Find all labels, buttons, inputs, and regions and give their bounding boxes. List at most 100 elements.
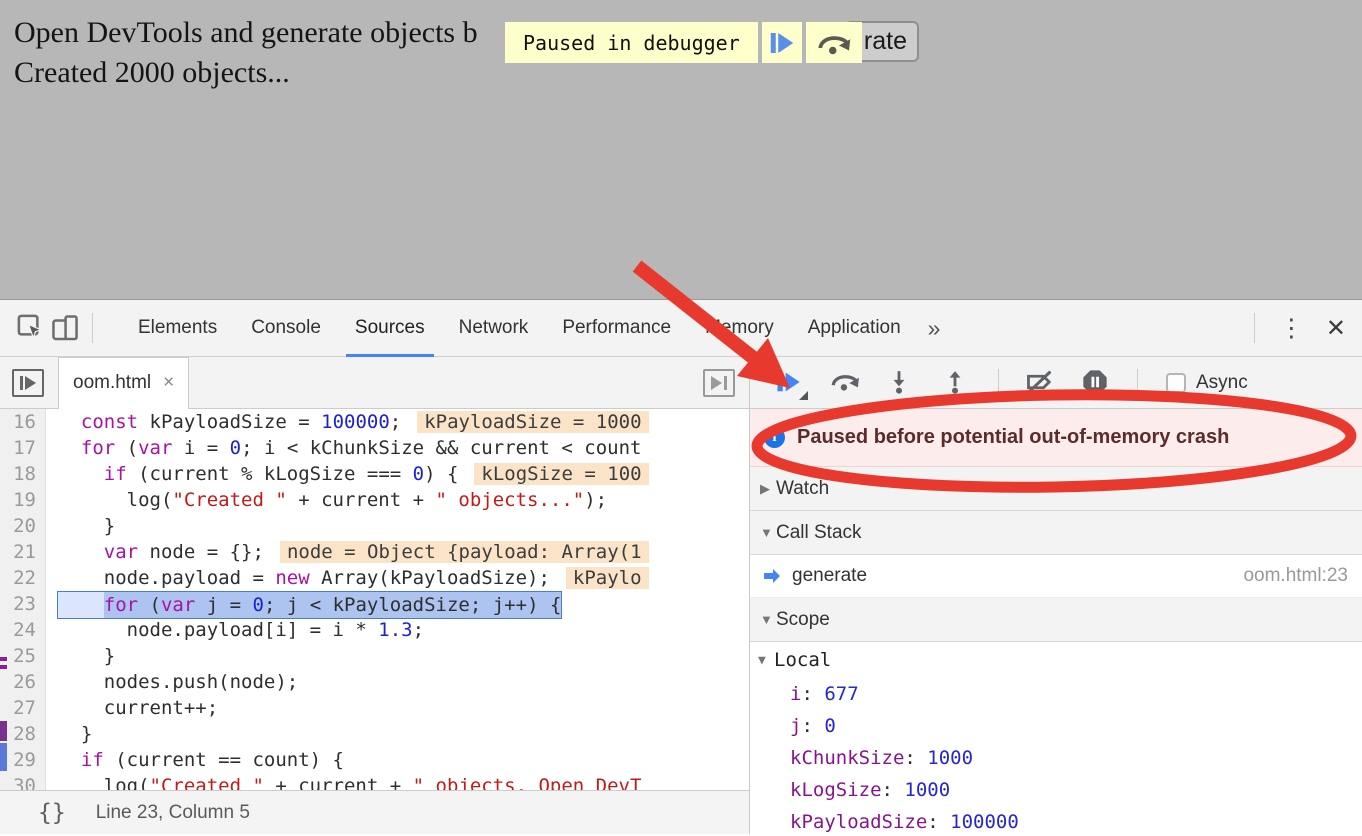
tab-elements[interactable]: Elements bbox=[121, 300, 234, 357]
step-into-icon bbox=[886, 368, 912, 396]
more-tabs-button[interactable]: » bbox=[918, 301, 951, 356]
var-separator: : bbox=[904, 747, 927, 769]
show-debugger-panel-button[interactable] bbox=[703, 369, 735, 397]
tab-console[interactable]: Console bbox=[234, 300, 338, 357]
code-line-content: current++; bbox=[46, 695, 218, 721]
pretty-print-button[interactable]: {} bbox=[38, 800, 66, 826]
device-toolbar-icon bbox=[50, 313, 80, 343]
paused-in-debugger-label: Paused in debugger bbox=[505, 22, 758, 63]
pause-on-exceptions-button[interactable] bbox=[1081, 368, 1111, 398]
code-line-content: log("Created " + current + " objects..."… bbox=[46, 487, 607, 513]
code-token: " objects. Open DevT bbox=[413, 775, 642, 790]
call-stack-section-header[interactable]: ▼ Call Stack bbox=[750, 511, 1362, 555]
scope-section-header[interactable]: ▼ Scope bbox=[750, 598, 1362, 642]
frame-location: oom.html:23 bbox=[1243, 565, 1348, 587]
file-tab-label: oom.html bbox=[73, 372, 151, 394]
var-name: kChunkSize bbox=[790, 747, 904, 769]
scope-local-toggle[interactable]: ▼ Local bbox=[750, 642, 1362, 678]
file-tab-close-icon[interactable]: × bbox=[163, 372, 174, 394]
cursor-position: Line 23, Column 5 bbox=[96, 802, 250, 824]
code-token: nodes.push(node); bbox=[58, 671, 298, 693]
resume-icon bbox=[774, 368, 802, 396]
code-line-24: 24 node.payload[i] = i * 1.3; bbox=[0, 617, 749, 643]
var-value: 100000 bbox=[950, 811, 1019, 833]
var-value: 1000 bbox=[904, 779, 950, 801]
code-line-23: 23 for (var j = 0; j < kPayloadSize; j++… bbox=[0, 591, 749, 617]
code-token: 0 bbox=[230, 437, 241, 459]
scope-variables: i: 677j: 0kChunkSize: 1000kLogSize: 1000… bbox=[750, 678, 1362, 834]
current-frame-arrow-icon bbox=[762, 566, 782, 586]
code-line-16: 16 const kPayloadSize = 100000;kPayloadS… bbox=[0, 409, 749, 435]
tab-performance[interactable]: Performance bbox=[545, 300, 688, 357]
code-token bbox=[58, 463, 104, 485]
async-checkbox[interactable] bbox=[1166, 373, 1186, 393]
inline-eval-widget: node = Object {payload: Array(1 bbox=[280, 541, 649, 563]
var-value: 1000 bbox=[927, 747, 973, 769]
scope-var-kLogSize: kLogSize: 1000 bbox=[750, 774, 1362, 806]
code-token: 1.3 bbox=[378, 619, 412, 641]
device-toolbar-button[interactable] bbox=[48, 311, 82, 345]
devtools-menu-button[interactable]: ⋮ bbox=[1265, 313, 1318, 343]
debugger-toolbar-separator2 bbox=[1137, 369, 1138, 397]
tab-sources[interactable]: Sources bbox=[338, 300, 442, 357]
step-over-icon bbox=[830, 368, 860, 396]
call-stack-frame-generate[interactable]: generateoom.html:23 bbox=[750, 555, 1362, 598]
code-token bbox=[58, 749, 81, 771]
tab-network[interactable]: Network bbox=[442, 300, 546, 357]
pause-on-exceptions-icon bbox=[1081, 368, 1109, 396]
editor-status-bar: {} Line 23, Column 5 bbox=[0, 790, 749, 834]
inspect-element-button[interactable] bbox=[14, 311, 48, 345]
overlay-step-over-button[interactable] bbox=[806, 22, 862, 63]
paused-message: Paused before potential out-of-memory cr… bbox=[797, 426, 1229, 449]
deactivate-breakpoints-button[interactable] bbox=[1025, 368, 1055, 398]
code-token: const bbox=[81, 411, 138, 433]
step-into-button[interactable] bbox=[886, 368, 916, 398]
show-navigator-button[interactable] bbox=[12, 369, 44, 397]
code-token bbox=[58, 437, 81, 459]
code-token: j = bbox=[195, 594, 252, 616]
code-token: var bbox=[138, 437, 172, 459]
tab-application[interactable]: Application bbox=[791, 300, 918, 357]
code-line-17: 17 for (var i = 0; i < kChunkSize && cur… bbox=[0, 435, 749, 461]
var-name: kLogSize bbox=[790, 779, 882, 801]
file-tab-oom-html[interactable]: oom.html × bbox=[58, 357, 189, 409]
scope-group-label: Local bbox=[774, 649, 831, 671]
debugger-toolbar: Async bbox=[750, 357, 1362, 409]
scope-var-i: i: 677 bbox=[750, 678, 1362, 710]
code-token: (current == count) { bbox=[104, 749, 344, 771]
browser-page: Open DevTools and generate objects b Cre… bbox=[0, 0, 1362, 300]
inspect-cursor-icon bbox=[16, 313, 46, 343]
tab-memory[interactable]: Memory bbox=[688, 300, 791, 357]
code-line-26: 26 nodes.push(node); bbox=[0, 669, 749, 695]
inline-eval-widget: kLogSize = 100 bbox=[474, 463, 648, 485]
code-editor: 16 const kPayloadSize = 100000;kPayloadS… bbox=[0, 409, 749, 790]
code-token: log( bbox=[58, 489, 172, 511]
code-line-content: nodes.push(node); bbox=[46, 669, 298, 695]
info-icon: i bbox=[764, 427, 785, 448]
step-out-button[interactable] bbox=[942, 368, 972, 398]
async-label: Async bbox=[1196, 372, 1248, 394]
toolbar-separator bbox=[92, 313, 93, 343]
code-line-25: 25 } bbox=[0, 643, 749, 669]
var-name: i bbox=[790, 683, 801, 705]
page-text-line2: Created 2000 objects... bbox=[14, 56, 290, 90]
code-token: 0 bbox=[413, 463, 424, 485]
resume-button[interactable] bbox=[774, 368, 804, 398]
code-token: ; bbox=[413, 619, 424, 641]
code-token: kPayloadSize = bbox=[138, 411, 321, 433]
overlay-resume-button[interactable] bbox=[762, 22, 802, 63]
code-token: "Created " bbox=[172, 489, 286, 511]
chevron-down-icon: ▼ bbox=[758, 653, 774, 668]
chevron-down-icon: ▼ bbox=[760, 525, 776, 540]
paused-in-debugger-overlay: Paused in debugger bbox=[505, 22, 862, 63]
navigator-icon bbox=[20, 376, 23, 390]
code-line-content: var node = {};node = Object {payload: Ar… bbox=[46, 539, 649, 565]
code-token: 100000 bbox=[321, 411, 390, 433]
code-token: node.payload[i] = i * bbox=[58, 619, 378, 641]
code-line-content: for (var j = 0; j < kPayloadSize; j++) { bbox=[46, 591, 562, 617]
var-separator: : bbox=[801, 683, 824, 705]
step-over-button[interactable] bbox=[830, 368, 860, 398]
devtools-close-button[interactable]: ✕ bbox=[1318, 314, 1362, 343]
code-line-28: 28 } bbox=[0, 721, 749, 747]
watch-section-header[interactable]: ▶ Watch bbox=[750, 467, 1362, 511]
